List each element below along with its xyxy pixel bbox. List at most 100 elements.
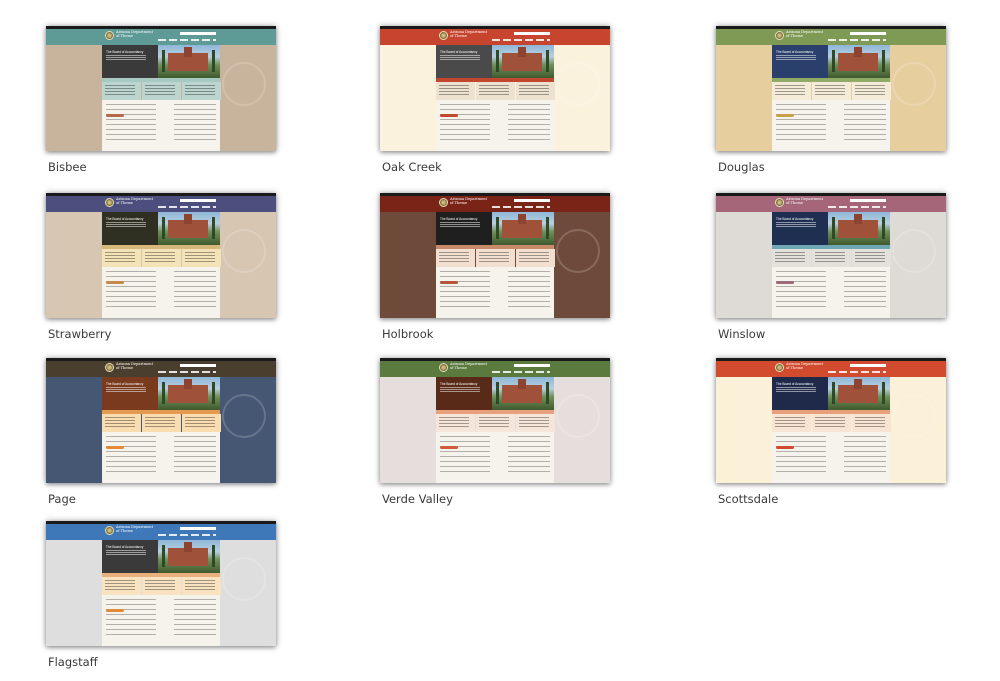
feature-column	[182, 249, 221, 267]
palm-image	[832, 382, 835, 404]
theme-card[interactable]: Arizona Department of Theme The Board of …	[380, 358, 610, 506]
palm-image	[212, 50, 215, 72]
palm-image	[882, 217, 885, 239]
search-input[interactable]	[180, 199, 216, 202]
search-input[interactable]	[180, 364, 216, 367]
read-more-button[interactable]	[440, 281, 458, 284]
hero-text	[440, 387, 480, 393]
palm-image	[162, 545, 165, 567]
tower-image	[184, 214, 192, 224]
palm-image	[882, 382, 885, 404]
hero-text	[106, 55, 146, 61]
theme-thumbnail[interactable]: Arizona Department of Theme The Board of …	[46, 26, 276, 151]
main-nav[interactable]	[158, 534, 216, 536]
palm-image	[832, 217, 835, 239]
main-nav[interactable]	[828, 39, 886, 41]
feature-column	[476, 249, 515, 267]
read-more-button[interactable]	[776, 281, 794, 284]
theme-card[interactable]: Arizona Department of Theme The Board of …	[46, 193, 276, 341]
seal-watermark	[892, 229, 936, 273]
site-title: Arizona Department of Theme	[116, 30, 154, 38]
palm-image	[162, 382, 165, 404]
feature-columns	[436, 414, 555, 432]
main-nav[interactable]	[828, 371, 886, 373]
main-nav[interactable]	[492, 39, 550, 41]
theme-card[interactable]: Arizona Department of Theme The Board of …	[380, 26, 610, 174]
theme-thumbnail[interactable]: Arizona Department of Theme The Board of …	[380, 358, 610, 483]
theme-name: Flagstaff	[48, 655, 98, 669]
site-header	[46, 196, 276, 212]
tower-image	[854, 379, 862, 389]
read-more-button[interactable]	[776, 446, 794, 449]
theme-thumbnail[interactable]: Arizona Department of Theme The Board of …	[716, 193, 946, 318]
search-input[interactable]	[180, 527, 216, 530]
hero-heading: The Board of Accountancy	[440, 382, 478, 386]
search-input[interactable]	[180, 32, 216, 35]
main-nav[interactable]	[158, 206, 216, 208]
search-input[interactable]	[514, 199, 550, 202]
theme-card[interactable]: Arizona Department of Theme The Board of …	[46, 26, 276, 174]
theme-card[interactable]: Arizona Department of Theme The Board of …	[380, 193, 610, 341]
site-title: Arizona Department of Theme	[116, 525, 154, 533]
main-nav[interactable]	[492, 371, 550, 373]
resources-list	[508, 271, 550, 311]
utility-bar	[380, 358, 610, 361]
theme-thumbnail[interactable]: Arizona Department of Theme The Board of …	[46, 521, 276, 646]
news-list	[440, 104, 490, 144]
read-more-button[interactable]	[440, 114, 458, 117]
seal-watermark	[556, 62, 600, 106]
utility-bar	[380, 26, 610, 29]
palm-image	[546, 217, 549, 239]
main-nav[interactable]	[158, 371, 216, 373]
seal-watermark	[892, 62, 936, 106]
theme-thumbnail[interactable]: Arizona Department of Theme The Board of …	[716, 358, 946, 483]
theme-card[interactable]: Arizona Department of Theme The Board of …	[46, 358, 276, 506]
search-input[interactable]	[850, 199, 886, 202]
search-input[interactable]	[514, 364, 550, 367]
hero-heading: The Board of Accountancy	[106, 50, 144, 54]
read-more-button[interactable]	[106, 609, 124, 612]
theme-thumbnail[interactable]: Arizona Department of Theme The Board of …	[380, 26, 610, 151]
theme-card[interactable]: Arizona Department of Theme The Board of …	[46, 521, 276, 669]
theme-thumbnail[interactable]: Arizona Department of Theme The Board of …	[46, 193, 276, 318]
read-more-button[interactable]	[776, 114, 794, 117]
resources-list	[174, 599, 216, 639]
tower-image	[184, 542, 192, 552]
main-nav[interactable]	[158, 39, 216, 41]
theme-name: Douglas	[718, 160, 765, 174]
seal-watermark	[222, 394, 266, 438]
theme-thumbnail[interactable]: Arizona Department of Theme The Board of …	[380, 193, 610, 318]
read-more-button[interactable]	[106, 281, 124, 284]
theme-name: Holbrook	[382, 327, 434, 341]
site-header	[46, 361, 276, 377]
read-more-button[interactable]	[440, 446, 458, 449]
search-input[interactable]	[850, 32, 886, 35]
state-seal-icon	[775, 31, 784, 40]
read-more-button[interactable]	[106, 114, 124, 117]
search-input[interactable]	[514, 32, 550, 35]
theme-card[interactable]: Arizona Department of Theme The Board of …	[716, 358, 946, 506]
site-title: Arizona Department of Theme	[450, 362, 488, 370]
seal-watermark	[222, 62, 266, 106]
hero-text	[776, 222, 816, 228]
state-seal-icon	[105, 526, 114, 535]
search-input[interactable]	[850, 364, 886, 367]
theme-card[interactable]: Arizona Department of Theme The Board of …	[716, 193, 946, 341]
site-title: Arizona Department of Theme	[450, 197, 488, 205]
theme-card[interactable]: Arizona Department of Theme The Board of …	[716, 26, 946, 174]
news-list	[440, 271, 490, 311]
state-seal-icon	[439, 363, 448, 372]
feature-column	[516, 82, 555, 100]
main-nav[interactable]	[492, 206, 550, 208]
feature-columns	[772, 249, 891, 267]
theme-thumbnail[interactable]: Arizona Department of Theme The Board of …	[46, 358, 276, 483]
main-nav[interactable]	[828, 206, 886, 208]
tower-image	[518, 379, 526, 389]
theme-thumbnail[interactable]: Arizona Department of Theme The Board of …	[716, 26, 946, 151]
read-more-button[interactable]	[106, 446, 124, 449]
state-seal-icon	[105, 198, 114, 207]
feature-column	[102, 82, 141, 100]
resources-list	[174, 271, 216, 311]
theme-name: Scottsdale	[718, 492, 779, 506]
state-seal-icon	[439, 198, 448, 207]
